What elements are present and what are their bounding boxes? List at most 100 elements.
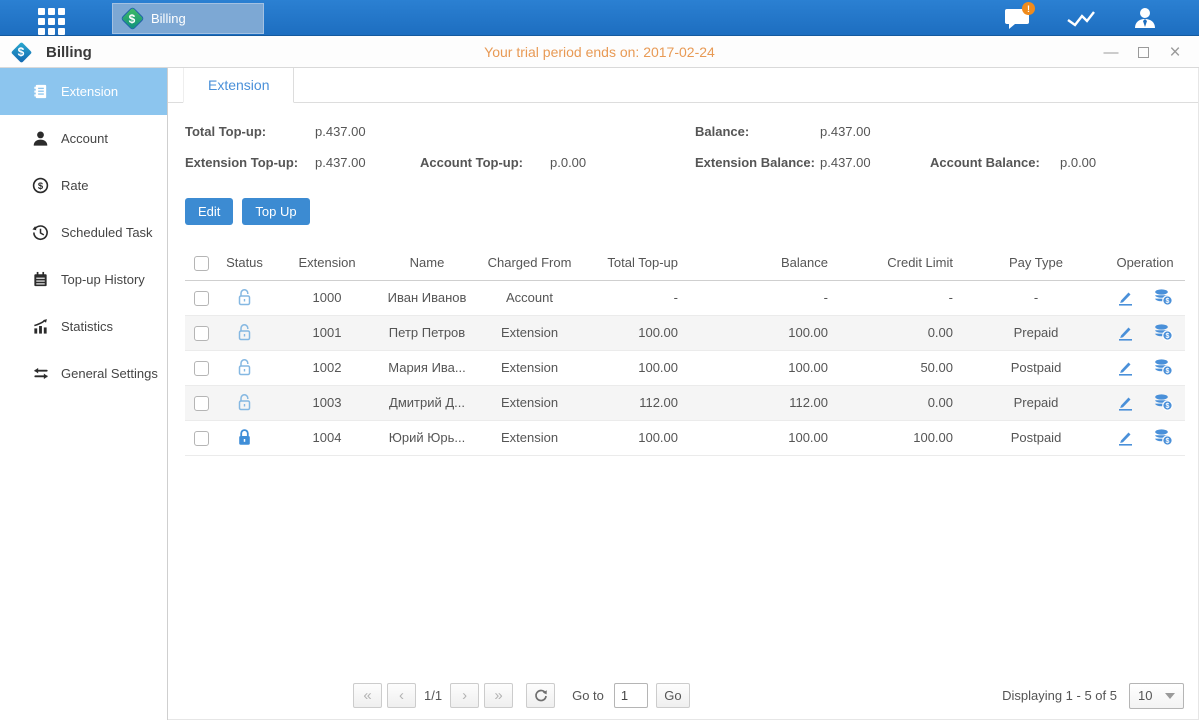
balance-label: Balance: xyxy=(695,124,820,139)
sidebar-item-topup-history[interactable]: Top-up History xyxy=(0,256,167,303)
last-page-button[interactable]: » xyxy=(484,683,513,708)
sidebar-item-extension[interactable]: Extension xyxy=(0,68,167,115)
account-person-icon xyxy=(31,130,50,148)
tab-strip: Extension xyxy=(168,68,1198,103)
row-checkbox[interactable] xyxy=(194,396,209,411)
go-button[interactable]: Go xyxy=(656,683,690,708)
account-balance-value: p.0.00 xyxy=(1060,155,1140,170)
next-page-button[interactable]: › xyxy=(450,683,479,708)
edit-pencil-icon[interactable] xyxy=(1117,430,1133,446)
maximize-icon[interactable] xyxy=(1135,44,1151,60)
billing-app-screen: $ Billing ! xyxy=(0,0,1199,720)
sidebar-item-label: Scheduled Task xyxy=(61,225,153,240)
resource-monitor-icon[interactable] xyxy=(1067,6,1095,30)
topup-coins-icon[interactable]: $ xyxy=(1154,429,1173,446)
close-icon[interactable]: × xyxy=(1167,44,1183,60)
table-row: 1002 Мария Ива... Extension 100.00 100.0… xyxy=(185,350,1185,385)
sidebar-item-statistics[interactable]: Statistics xyxy=(0,303,167,350)
col-pay-type: Pay Type xyxy=(967,246,1105,280)
extension-balance-value: p.437.00 xyxy=(820,155,930,170)
system-topbar: $ Billing ! xyxy=(0,0,1199,36)
app-grid-icon[interactable] xyxy=(38,8,65,35)
col-credit-limit: Credit Limit xyxy=(842,246,967,280)
page-indicator: 1/1 xyxy=(424,688,442,703)
action-buttons: Edit Top Up xyxy=(168,181,1198,225)
window-title-group: $ Billing xyxy=(10,41,92,63)
status-unlocked-icon xyxy=(217,280,272,315)
billing-diamond-dollar-icon: $ xyxy=(10,41,32,63)
goto-page-input[interactable] xyxy=(614,683,648,708)
col-charged-from: Charged From xyxy=(472,246,587,280)
select-all-checkbox[interactable] xyxy=(194,256,209,271)
col-balance: Balance xyxy=(692,246,842,280)
cell-extension: 1002 xyxy=(272,350,382,385)
topup-button[interactable]: Top Up xyxy=(242,198,309,225)
col-total-topup: Total Top-up xyxy=(587,246,692,280)
topup-coins-icon[interactable]: $ xyxy=(1154,394,1173,411)
sidebar-item-account[interactable]: Account xyxy=(0,115,167,162)
cell-name: Петр Петров xyxy=(382,315,472,350)
cell-extension: 1003 xyxy=(272,385,382,420)
cell-credit-limit: 100.00 xyxy=(842,420,967,455)
sidebar-item-label: Account xyxy=(61,131,108,146)
cell-extension: 1000 xyxy=(272,280,382,315)
cell-balance: 100.00 xyxy=(692,420,842,455)
window-titlebar: $ Billing Your trial period ends on: 201… xyxy=(0,36,1199,68)
notification-badge: ! xyxy=(1022,2,1035,15)
prev-page-button[interactable]: ‹ xyxy=(387,683,416,708)
window-controls: — × xyxy=(1103,36,1183,68)
summary-right: Balance: p.437.00 Extension Balance: p.4… xyxy=(695,116,1140,178)
messages-icon[interactable]: ! xyxy=(1003,6,1031,30)
user-account-icon[interactable] xyxy=(1131,6,1159,30)
statistics-chart-icon xyxy=(31,318,50,336)
topup-coins-icon[interactable]: $ xyxy=(1154,359,1173,376)
billing-diamond-dollar-icon: $ xyxy=(121,8,143,30)
cell-credit-limit: 0.00 xyxy=(842,385,967,420)
table-header-row: Status Extension Name Charged From Total… xyxy=(185,246,1185,280)
rate-dollar-coin-icon: $ xyxy=(31,177,50,195)
cell-pay-type: Prepaid xyxy=(967,315,1105,350)
topup-summary: Total Top-up: p.437.00 Extension Top-up:… xyxy=(168,103,1198,181)
first-page-button[interactable]: « xyxy=(353,683,382,708)
cell-credit-limit: - xyxy=(842,280,967,315)
cell-charged-from: Extension xyxy=(472,315,587,350)
chevron-down-icon xyxy=(1165,693,1175,699)
table-row: 1001 Петр Петров Extension 100.00 100.00… xyxy=(185,315,1185,350)
edit-button[interactable]: Edit xyxy=(185,198,233,225)
svg-text:$: $ xyxy=(1166,298,1170,305)
row-checkbox[interactable] xyxy=(194,431,209,446)
trial-period-notice: Your trial period ends on: 2017-02-24 xyxy=(0,36,1199,68)
refresh-icon[interactable] xyxy=(526,683,555,708)
general-settings-sliders-icon xyxy=(31,365,50,383)
sidebar-nav: Extension Account $ Rate Scheduled Task … xyxy=(0,68,168,720)
sidebar-item-scheduled-task[interactable]: Scheduled Task xyxy=(0,209,167,256)
topbar-icons: ! xyxy=(1003,0,1159,36)
sidebar-item-general-settings[interactable]: General Settings xyxy=(0,350,167,397)
taskbar-billing-tab[interactable]: $ Billing xyxy=(112,3,264,34)
row-checkbox[interactable] xyxy=(194,326,209,341)
sidebar-item-rate[interactable]: $ Rate xyxy=(0,162,167,209)
cell-charged-from: Extension xyxy=(472,420,587,455)
edit-pencil-icon[interactable] xyxy=(1117,290,1133,306)
cell-name: Иван Иванов xyxy=(382,280,472,315)
edit-pencil-icon[interactable] xyxy=(1117,395,1133,411)
cell-balance: 100.00 xyxy=(692,315,842,350)
cell-pay-type: Postpaid xyxy=(967,420,1105,455)
col-operation: Operation xyxy=(1105,246,1185,280)
scheduled-task-clock-icon xyxy=(31,224,50,242)
edit-pencil-icon[interactable] xyxy=(1117,360,1133,376)
topup-history-notepad-icon xyxy=(31,271,50,289)
extension-topup-value: p.437.00 xyxy=(315,155,420,170)
edit-pencil-icon[interactable] xyxy=(1117,325,1133,341)
topup-coins-icon[interactable]: $ xyxy=(1154,289,1173,306)
col-name: Name xyxy=(382,246,472,280)
row-checkbox[interactable] xyxy=(194,361,209,376)
minimize-icon[interactable]: — xyxy=(1103,44,1119,60)
cell-total-topup: 112.00 xyxy=(587,385,692,420)
table-row: 1000 Иван Иванов Account - - - - $ xyxy=(185,280,1185,315)
row-checkbox[interactable] xyxy=(194,291,209,306)
tab-extension[interactable]: Extension xyxy=(183,68,294,103)
page-size-select[interactable]: 10 xyxy=(1129,683,1184,709)
pagination-bar: « ‹ 1/1 › » Go to Go Displaying 1 - 5 of… xyxy=(353,682,1184,709)
topup-coins-icon[interactable]: $ xyxy=(1154,324,1173,341)
